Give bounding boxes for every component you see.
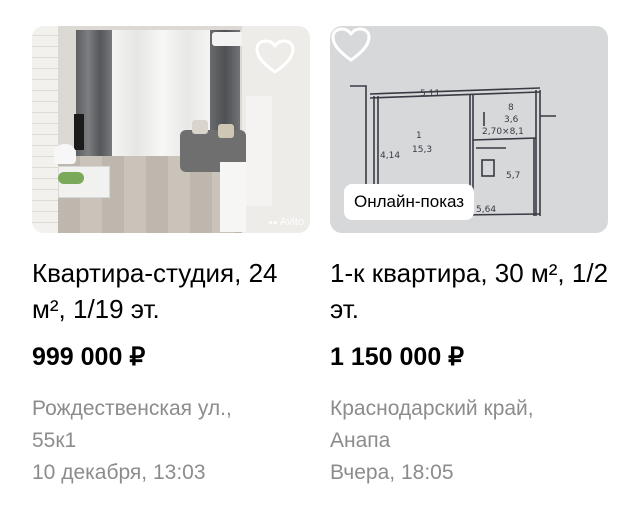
- listing-card[interactable]: ●● Avito Квартира-студия, 24 м², 1/19 эт.…: [32, 26, 310, 489]
- heart-outline-icon[interactable]: [330, 26, 372, 64]
- svg-text:8: 8: [508, 103, 514, 113]
- listing-card[interactable]: 1 15,3 8 3,6 2,70×8,1 5,7 4,14 5,64 5,11…: [330, 26, 608, 489]
- listing-time: Вчера, 18:05: [330, 461, 454, 484]
- listing-photo[interactable]: 1 15,3 8 3,6 2,70×8,1 5,7 4,14 5,64 5,11…: [330, 26, 608, 233]
- listing-photo[interactable]: ●● Avito: [32, 26, 310, 233]
- listing-price: 1 150 000 ₽: [330, 343, 465, 371]
- listing-title[interactable]: Квартира-студия, 24 м², 1/19 эт.: [32, 255, 312, 327]
- listing-title[interactable]: 1-к квартира, 30 м², 1/2 эт.: [330, 255, 610, 327]
- svg-text:5,7: 5,7: [506, 171, 520, 181]
- listing-address: Рождественская ул., 55к1: [32, 397, 232, 452]
- svg-text:1: 1: [416, 131, 422, 141]
- listing-time: 10 декабря, 13:03: [32, 461, 206, 484]
- listing-address: Краснодарский край, Анапа: [330, 397, 534, 452]
- heart-outline-icon[interactable]: [254, 38, 296, 76]
- svg-text:3,6: 3,6: [504, 115, 519, 125]
- svg-text:5,64: 5,64: [476, 205, 496, 215]
- svg-text:5,11: 5,11: [420, 89, 440, 99]
- svg-text:15,3: 15,3: [412, 145, 432, 155]
- svg-text:2,70×8,1: 2,70×8,1: [482, 127, 524, 137]
- svg-text:4,14: 4,14: [380, 151, 400, 161]
- online-viewing-badge: Онлайн-показ: [344, 184, 475, 220]
- listing-price: 999 000 ₽: [32, 343, 146, 371]
- listings-grid: ●● Avito Квартира-студия, 24 м², 1/19 эт.…: [0, 0, 640, 516]
- photo-watermark: ●● Avito: [268, 216, 304, 228]
